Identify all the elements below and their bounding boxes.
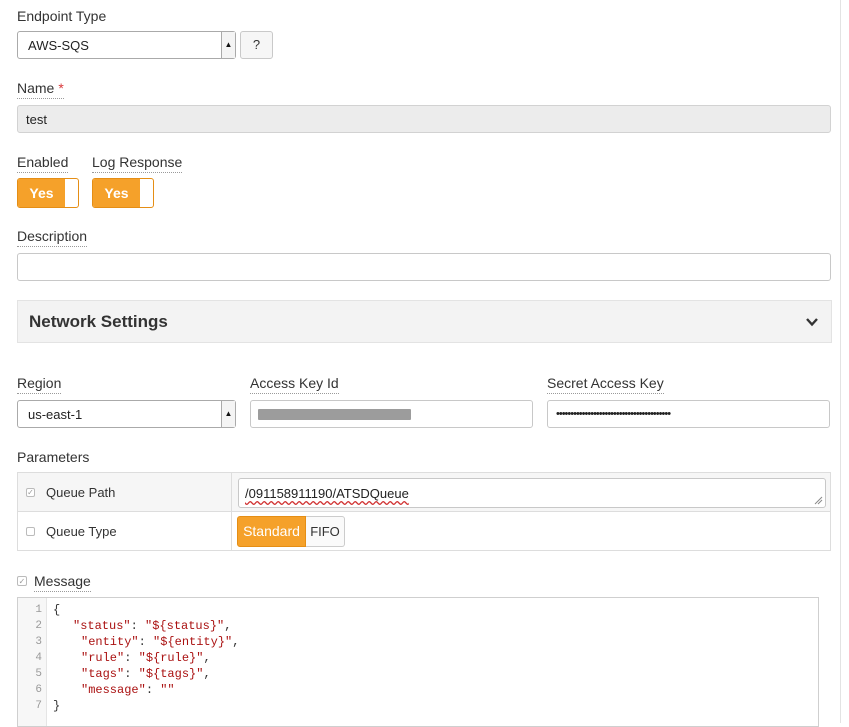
parameters-label: Parameters (17, 449, 90, 465)
line-number: 1 (35, 604, 42, 616)
secret-key-field[interactable]: •••••••••••••••••••••••••••••••••••••••• (547, 400, 830, 428)
description-field[interactable] (17, 253, 831, 281)
chevron-down-icon[interactable] (805, 315, 819, 329)
parameters-table: ✓ Queue Path /091158911190/ATSDQueue Que… (17, 472, 831, 551)
queue-type-label: Queue Type (46, 524, 117, 539)
name-field[interactable]: test (17, 105, 831, 133)
log-response-label: Log Response (92, 154, 183, 173)
queue-type-checkbox[interactable] (26, 527, 35, 536)
json-key: "rule" (81, 651, 125, 665)
json-value: "" (160, 683, 175, 697)
json-key: "status" (73, 619, 131, 633)
line-number: 6 (35, 684, 42, 696)
secret-key-label: Secret Access Key (547, 375, 664, 394)
name-label: Name * (17, 80, 64, 99)
endpoint-type-value: AWS-SQS (28, 38, 89, 53)
access-key-label: Access Key Id (250, 375, 339, 394)
enabled-label: Enabled (17, 154, 69, 173)
queue-type-fifo-button[interactable]: FIFO (306, 516, 345, 547)
code-line: } (53, 699, 61, 713)
message-editor[interactable]: 1 2 3 4 5 6 7 { "status": "${status}", "… (17, 597, 819, 727)
table-row: Queue Type Standard FIFO (18, 512, 830, 551)
table-row: ✓ Queue Path /091158911190/ATSDQueue (18, 473, 830, 512)
line-number: 2 (35, 620, 42, 632)
network-settings-panel[interactable]: Network Settings (17, 300, 832, 343)
line-number: 5 (35, 668, 42, 680)
required-mark: * (58, 80, 64, 96)
description-label: Description (17, 228, 88, 247)
region-label: Region (17, 375, 62, 394)
queue-path-input[interactable]: /091158911190/ATSDQueue (238, 478, 826, 508)
resize-handle-icon[interactable] (814, 496, 823, 505)
code-line: "status": "${status}", (73, 619, 232, 633)
region-select[interactable]: us-east-1 ▲ (17, 400, 236, 428)
json-key: "entity" (81, 635, 139, 649)
code-line: "tags": "${tags}", (81, 667, 211, 681)
line-number: 3 (35, 636, 42, 648)
dropdown-arrow-icon: ▲ (221, 401, 235, 427)
log-response-toggle[interactable]: Yes (92, 178, 154, 208)
network-settings-title: Network Settings (29, 312, 168, 331)
queue-path-checkbox[interactable]: ✓ (26, 488, 35, 497)
dropdown-arrow-icon: ▲ (221, 32, 235, 58)
redacted-value (258, 409, 411, 420)
queue-type-standard-button[interactable]: Standard (237, 516, 306, 547)
region-value: us-east-1 (28, 407, 83, 422)
queue-path-value: /091158911190/ATSDQueue (245, 486, 409, 501)
line-number-gutter: 1 2 3 4 5 6 7 (18, 598, 47, 726)
secret-key-value: •••••••••••••••••••••••••••••••••••••••• (556, 408, 671, 420)
json-value: "${rule}" (138, 651, 204, 665)
code-line: "rule": "${rule}", (81, 651, 211, 665)
endpoint-type-label: Endpoint Type (17, 8, 107, 24)
queue-path-label: Queue Path (46, 485, 116, 500)
json-key: "message" (81, 683, 146, 697)
json-value: "${status}" (145, 619, 225, 633)
line-number: 7 (35, 700, 42, 712)
enabled-toggle-on: Yes (18, 179, 65, 207)
line-number: 4 (35, 652, 42, 664)
message-checkbox[interactable]: ✓ (17, 576, 27, 586)
access-key-field[interactable] (250, 400, 533, 428)
code-line: "entity": "${entity}", (81, 635, 240, 649)
column-divider (231, 473, 232, 511)
enabled-toggle[interactable]: Yes (17, 178, 79, 208)
column-divider (231, 512, 232, 551)
endpoint-type-select[interactable]: AWS-SQS ▲ (17, 31, 236, 59)
log-response-toggle-on: Yes (93, 179, 140, 207)
json-key: "tags" (81, 667, 125, 681)
name-field-value: test (26, 112, 47, 127)
page-right-border (840, 0, 841, 723)
code-line: "message": "" (81, 683, 175, 697)
message-label: Message (34, 573, 91, 592)
help-button[interactable]: ? (240, 31, 273, 59)
json-value: "${entity}" (153, 635, 233, 649)
json-value: "${tags}" (138, 667, 204, 681)
code-line: { (53, 603, 61, 617)
name-label-text: Name (17, 80, 55, 96)
